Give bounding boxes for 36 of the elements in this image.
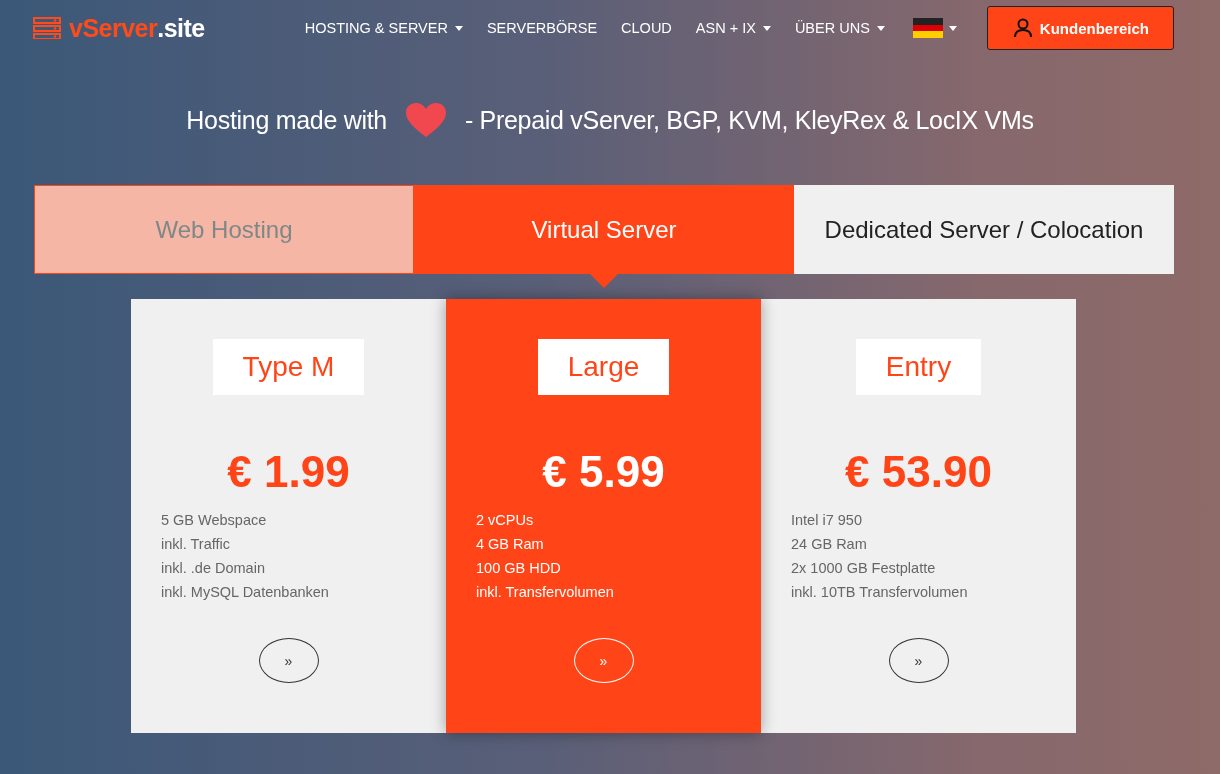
- plan-feature: inkl. Traffic: [161, 535, 232, 554]
- nav-link[interactable]: SERVERBÖRSE: [486, 20, 598, 36]
- nav-link[interactable]: CLOUD: [621, 20, 672, 36]
- server-icon: [33, 17, 61, 39]
- plan-price: € 5.99: [542, 447, 665, 497]
- caret-icon: [876, 25, 885, 31]
- plan-feature: inkl. Transfervolumen: [476, 583, 615, 602]
- nav-link[interactable]: ASN + IX: [695, 20, 771, 36]
- plan-feature: Intel i7 950: [791, 511, 863, 530]
- plan-feature: 2 vCPUs: [476, 511, 535, 530]
- headline-text: - Prepaid vServer, BGP, KVM, KleyRex & LocIX VMs: [464, 105, 1034, 135]
- nav-link[interactable]: HOSTING & SERVER: [304, 20, 463, 36]
- caret-icon: [762, 25, 771, 31]
- caret-icon: [948, 25, 957, 31]
- plan-feature: inkl. .de Domain: [161, 559, 266, 578]
- account-button[interactable]: Kundenbereich: [986, 6, 1174, 50]
- plan-name: Large: [537, 339, 670, 395]
- heart-icon: [404, 102, 447, 138]
- plan-feature: 5 GB Webspace: [161, 511, 268, 530]
- category-tab[interactable]: Dedicated Server / Colocation: [794, 185, 1174, 274]
- plan-name: Entry: [855, 339, 982, 395]
- plan-feature: 4 GB Ram: [476, 535, 545, 554]
- nav-link[interactable]: ÜBER UNS: [794, 20, 885, 36]
- plan-price: € 53.90: [845, 447, 992, 497]
- plan-feature: 24 GB Ram: [791, 535, 868, 554]
- logo-text[interactable]: vServer.site: [69, 13, 205, 43]
- plan-price: € 1.99: [227, 447, 350, 497]
- caret-icon: [454, 25, 463, 31]
- plan-feature: inkl. 10TB Transfervolumen: [791, 583, 969, 602]
- headline-text: Hosting made with: [186, 105, 387, 135]
- plan-feature: 2x 1000 GB Festplatte: [791, 559, 937, 578]
- plan-feature: 100 GB HDD: [476, 559, 562, 578]
- user-icon: [1013, 18, 1032, 38]
- german-flag-icon[interactable]: [912, 18, 943, 38]
- plan-name: Type M: [212, 339, 365, 395]
- plan-feature: inkl. MySQL Datenbanken: [161, 583, 330, 602]
